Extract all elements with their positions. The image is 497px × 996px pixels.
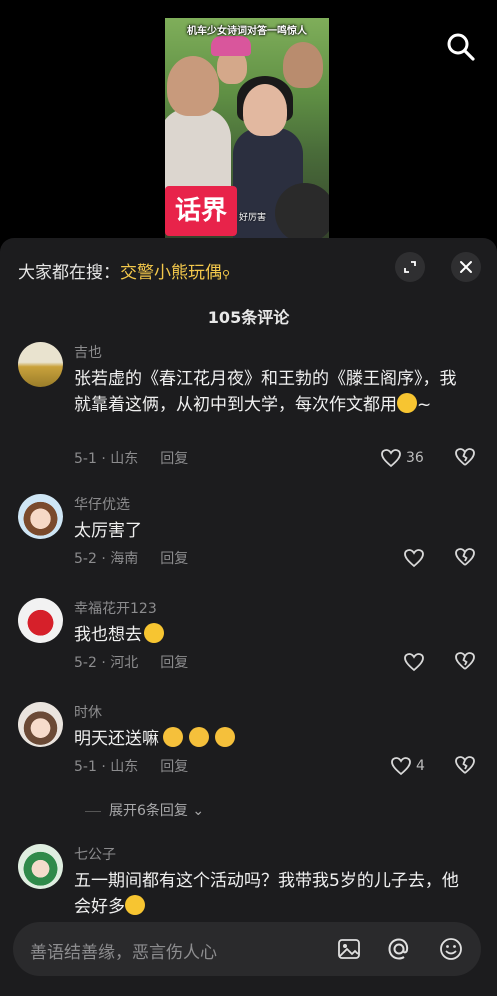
close-button[interactable] xyxy=(451,252,481,282)
avatar[interactable] xyxy=(18,494,63,539)
comment-text: 我也想去 xyxy=(74,622,464,648)
avatar[interactable] xyxy=(18,342,63,387)
expand-icon xyxy=(404,261,416,273)
comment-username[interactable]: 时休 xyxy=(74,702,102,722)
comment-text: 张若虚的《春江花月夜》和王勃的《滕王阁序》，我就靠着这俩，从初中到大学，每次作文… xyxy=(74,366,464,418)
comment-meta: 5-1 · 山东 回复 xyxy=(74,756,188,776)
video-player[interactable]: 机车少女诗词对答一鸣惊人 话界 好厉害 xyxy=(165,18,329,238)
comment-input[interactable]: 善语结善缘，恶言伤人心 xyxy=(30,938,217,963)
comment-text: 太厉害了 xyxy=(74,521,142,541)
hot-search-keyword[interactable]: 交警小熊玩偶 xyxy=(120,263,222,283)
comment-text-part: 我也想去 xyxy=(74,625,142,645)
like-count: 4 xyxy=(416,758,425,774)
video-person xyxy=(283,42,323,88)
heart-icon xyxy=(404,653,424,672)
avatar[interactable] xyxy=(18,598,63,643)
broken-heart-icon xyxy=(455,548,475,566)
reply-button[interactable]: 回复 xyxy=(160,759,188,775)
hot-search-prefix: 大家都在搜： xyxy=(18,263,120,283)
emoji-icon[interactable] xyxy=(438,936,464,962)
reply-button[interactable]: 回复 xyxy=(160,451,188,467)
heart-icon xyxy=(391,757,411,776)
comment-username[interactable]: 七公子 xyxy=(74,844,116,864)
comment-meta: 5-2 · 河北 回复 xyxy=(74,652,188,672)
laugh-cry-emoji-icon xyxy=(397,393,417,413)
dislike-button[interactable] xyxy=(454,547,476,569)
heart-icon xyxy=(404,549,424,568)
comment-date-location: 5-1 · 山东 xyxy=(74,759,139,775)
video-person xyxy=(243,84,287,136)
video-person xyxy=(275,183,329,238)
comment-username[interactable]: 华仔优选 xyxy=(74,494,130,514)
comment-count-title: 105条评论 xyxy=(207,308,290,327)
expand-replies-button[interactable]: 展开6条回复 ⌄ xyxy=(85,800,204,820)
reply-button[interactable]: 回复 xyxy=(160,551,188,567)
laugh-cry-emoji-icon xyxy=(125,895,145,915)
search-icon[interactable] xyxy=(444,30,478,64)
expand-button[interactable] xyxy=(395,252,425,282)
like-button[interactable]: 4 xyxy=(390,755,425,777)
image-icon[interactable] xyxy=(336,936,362,962)
comment-text: 明天还送嘛 xyxy=(74,726,464,752)
mention-icon[interactable] xyxy=(386,936,412,962)
comment-meta: 5-1 · 山东 回复 xyxy=(74,448,188,468)
hush-emoji-icon xyxy=(163,727,183,747)
dislike-button[interactable] xyxy=(454,651,476,673)
avatar[interactable] xyxy=(18,702,63,747)
expand-replies-label: 展开6条回复 xyxy=(109,803,188,819)
dislike-button[interactable] xyxy=(454,755,476,777)
small-search-icon: ⚲ xyxy=(222,268,231,281)
video-person xyxy=(167,56,219,116)
comment-username[interactable]: 吉也 xyxy=(74,342,102,362)
like-button[interactable] xyxy=(403,547,425,569)
comment-username[interactable]: 幸福花开123 xyxy=(74,598,157,618)
comment-text-part: 明天还送嘛 xyxy=(74,729,159,749)
broken-heart-icon xyxy=(455,652,475,670)
video-area[interactable]: 机车少女诗词对答一鸣惊人 话界 好厉害 xyxy=(0,0,497,238)
divider-line xyxy=(85,810,101,812)
comment-date-location: 5-1 · 山东 xyxy=(74,451,139,467)
broken-heart-icon xyxy=(455,448,475,466)
comments-panel: 大家都在搜：交警小熊玩偶⚲ 105条评论 吉也 张若虚的《春江花月夜》和王勃的《… xyxy=(0,238,497,996)
like-count: 36 xyxy=(406,450,424,466)
comment-date-location: 5-2 · 海南 xyxy=(74,551,139,567)
video-caption: 机车少女诗词对答一鸣惊人 xyxy=(187,26,307,37)
hush-emoji-icon xyxy=(189,727,209,747)
video-person-hat xyxy=(211,36,251,56)
comment-date-location: 5-2 · 河北 xyxy=(74,655,139,671)
heart-icon xyxy=(381,449,401,468)
reply-button[interactable]: 回复 xyxy=(160,655,188,671)
comment-text: 五一期间都有这个活动吗？我带我5岁的儿子去，他会好多 xyxy=(74,868,464,920)
comment-text-tail: ~ xyxy=(417,395,432,415)
avatar[interactable] xyxy=(18,844,63,889)
broken-heart-icon xyxy=(455,756,475,774)
like-button[interactable]: 36 xyxy=(380,447,424,469)
hush-emoji-icon xyxy=(215,727,235,747)
video-subtitle: 好厉害 xyxy=(239,213,267,223)
video-sign: 话界 xyxy=(165,186,237,236)
chevron-down-icon: ⌄ xyxy=(187,803,205,819)
comment-input-bar[interactable]: 善语结善缘，恶言伤人心 xyxy=(13,922,481,976)
close-icon xyxy=(460,261,472,273)
hot-search-bar[interactable]: 大家都在搜：交警小熊玩偶⚲ xyxy=(18,258,230,283)
comment-meta: 5-2 · 海南 回复 xyxy=(74,548,188,568)
grin-emoji-icon xyxy=(144,623,164,643)
dislike-button[interactable] xyxy=(454,447,476,469)
like-button[interactable] xyxy=(403,651,425,673)
